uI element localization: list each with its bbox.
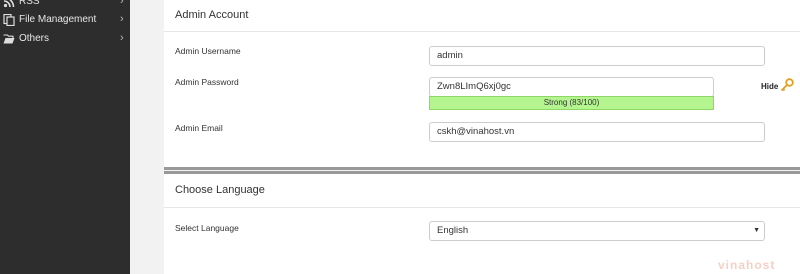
- admin-password-input[interactable]: Zwn8LImQ6xj0gc: [429, 77, 714, 97]
- choose-language-panel: Choose Language Select Language English …: [164, 171, 800, 274]
- password-strength-bar: Strong (83/100): [429, 96, 714, 110]
- folder-open-icon: [3, 33, 15, 45]
- sidebar: RSS › File Management › Others ›: [0, 0, 130, 274]
- hide-password-link[interactable]: Hide: [761, 82, 778, 91]
- sidebar-item-label: File Management: [19, 14, 97, 25]
- key-icon[interactable]: [780, 78, 794, 92]
- language-select[interactable]: English ▼: [429, 221, 765, 241]
- language-select-value: English: [437, 225, 469, 236]
- admin-username-input[interactable]: admin: [429, 46, 765, 66]
- admin-email-input[interactable]: cskh@vinahost.vn: [429, 122, 765, 142]
- file-icon: [3, 13, 15, 27]
- chevron-right-icon: ›: [120, 0, 124, 7]
- sidebar-item-others[interactable]: Others ›: [0, 30, 130, 48]
- chevron-right-icon: ›: [120, 32, 124, 44]
- main-content: Admin Account Admin Username admin Admin…: [130, 0, 800, 274]
- panel-title: Choose Language: [175, 184, 265, 196]
- chevron-right-icon: ›: [120, 13, 124, 25]
- admin-account-panel: Admin Account Admin Username admin Admin…: [164, 0, 800, 170]
- admin-email-label: Admin Email: [175, 123, 223, 133]
- sidebar-item-rss[interactable]: RSS ›: [0, 0, 130, 11]
- divider: [164, 207, 800, 208]
- sidebar-item-label: Others: [19, 33, 50, 44]
- watermark-logo: vinahost: [718, 258, 776, 272]
- divider: [164, 31, 800, 32]
- sidebar-item-label: RSS: [19, 0, 40, 7]
- dropdown-arrow-icon: ▼: [753, 227, 760, 234]
- admin-username-label: Admin Username: [175, 46, 241, 56]
- panel-title: Admin Account: [175, 9, 249, 21]
- admin-password-label: Admin Password: [175, 77, 239, 87]
- select-language-label: Select Language: [175, 223, 239, 233]
- sidebar-item-file-management[interactable]: File Management ›: [0, 11, 130, 29]
- rss-icon: [3, 0, 15, 8]
